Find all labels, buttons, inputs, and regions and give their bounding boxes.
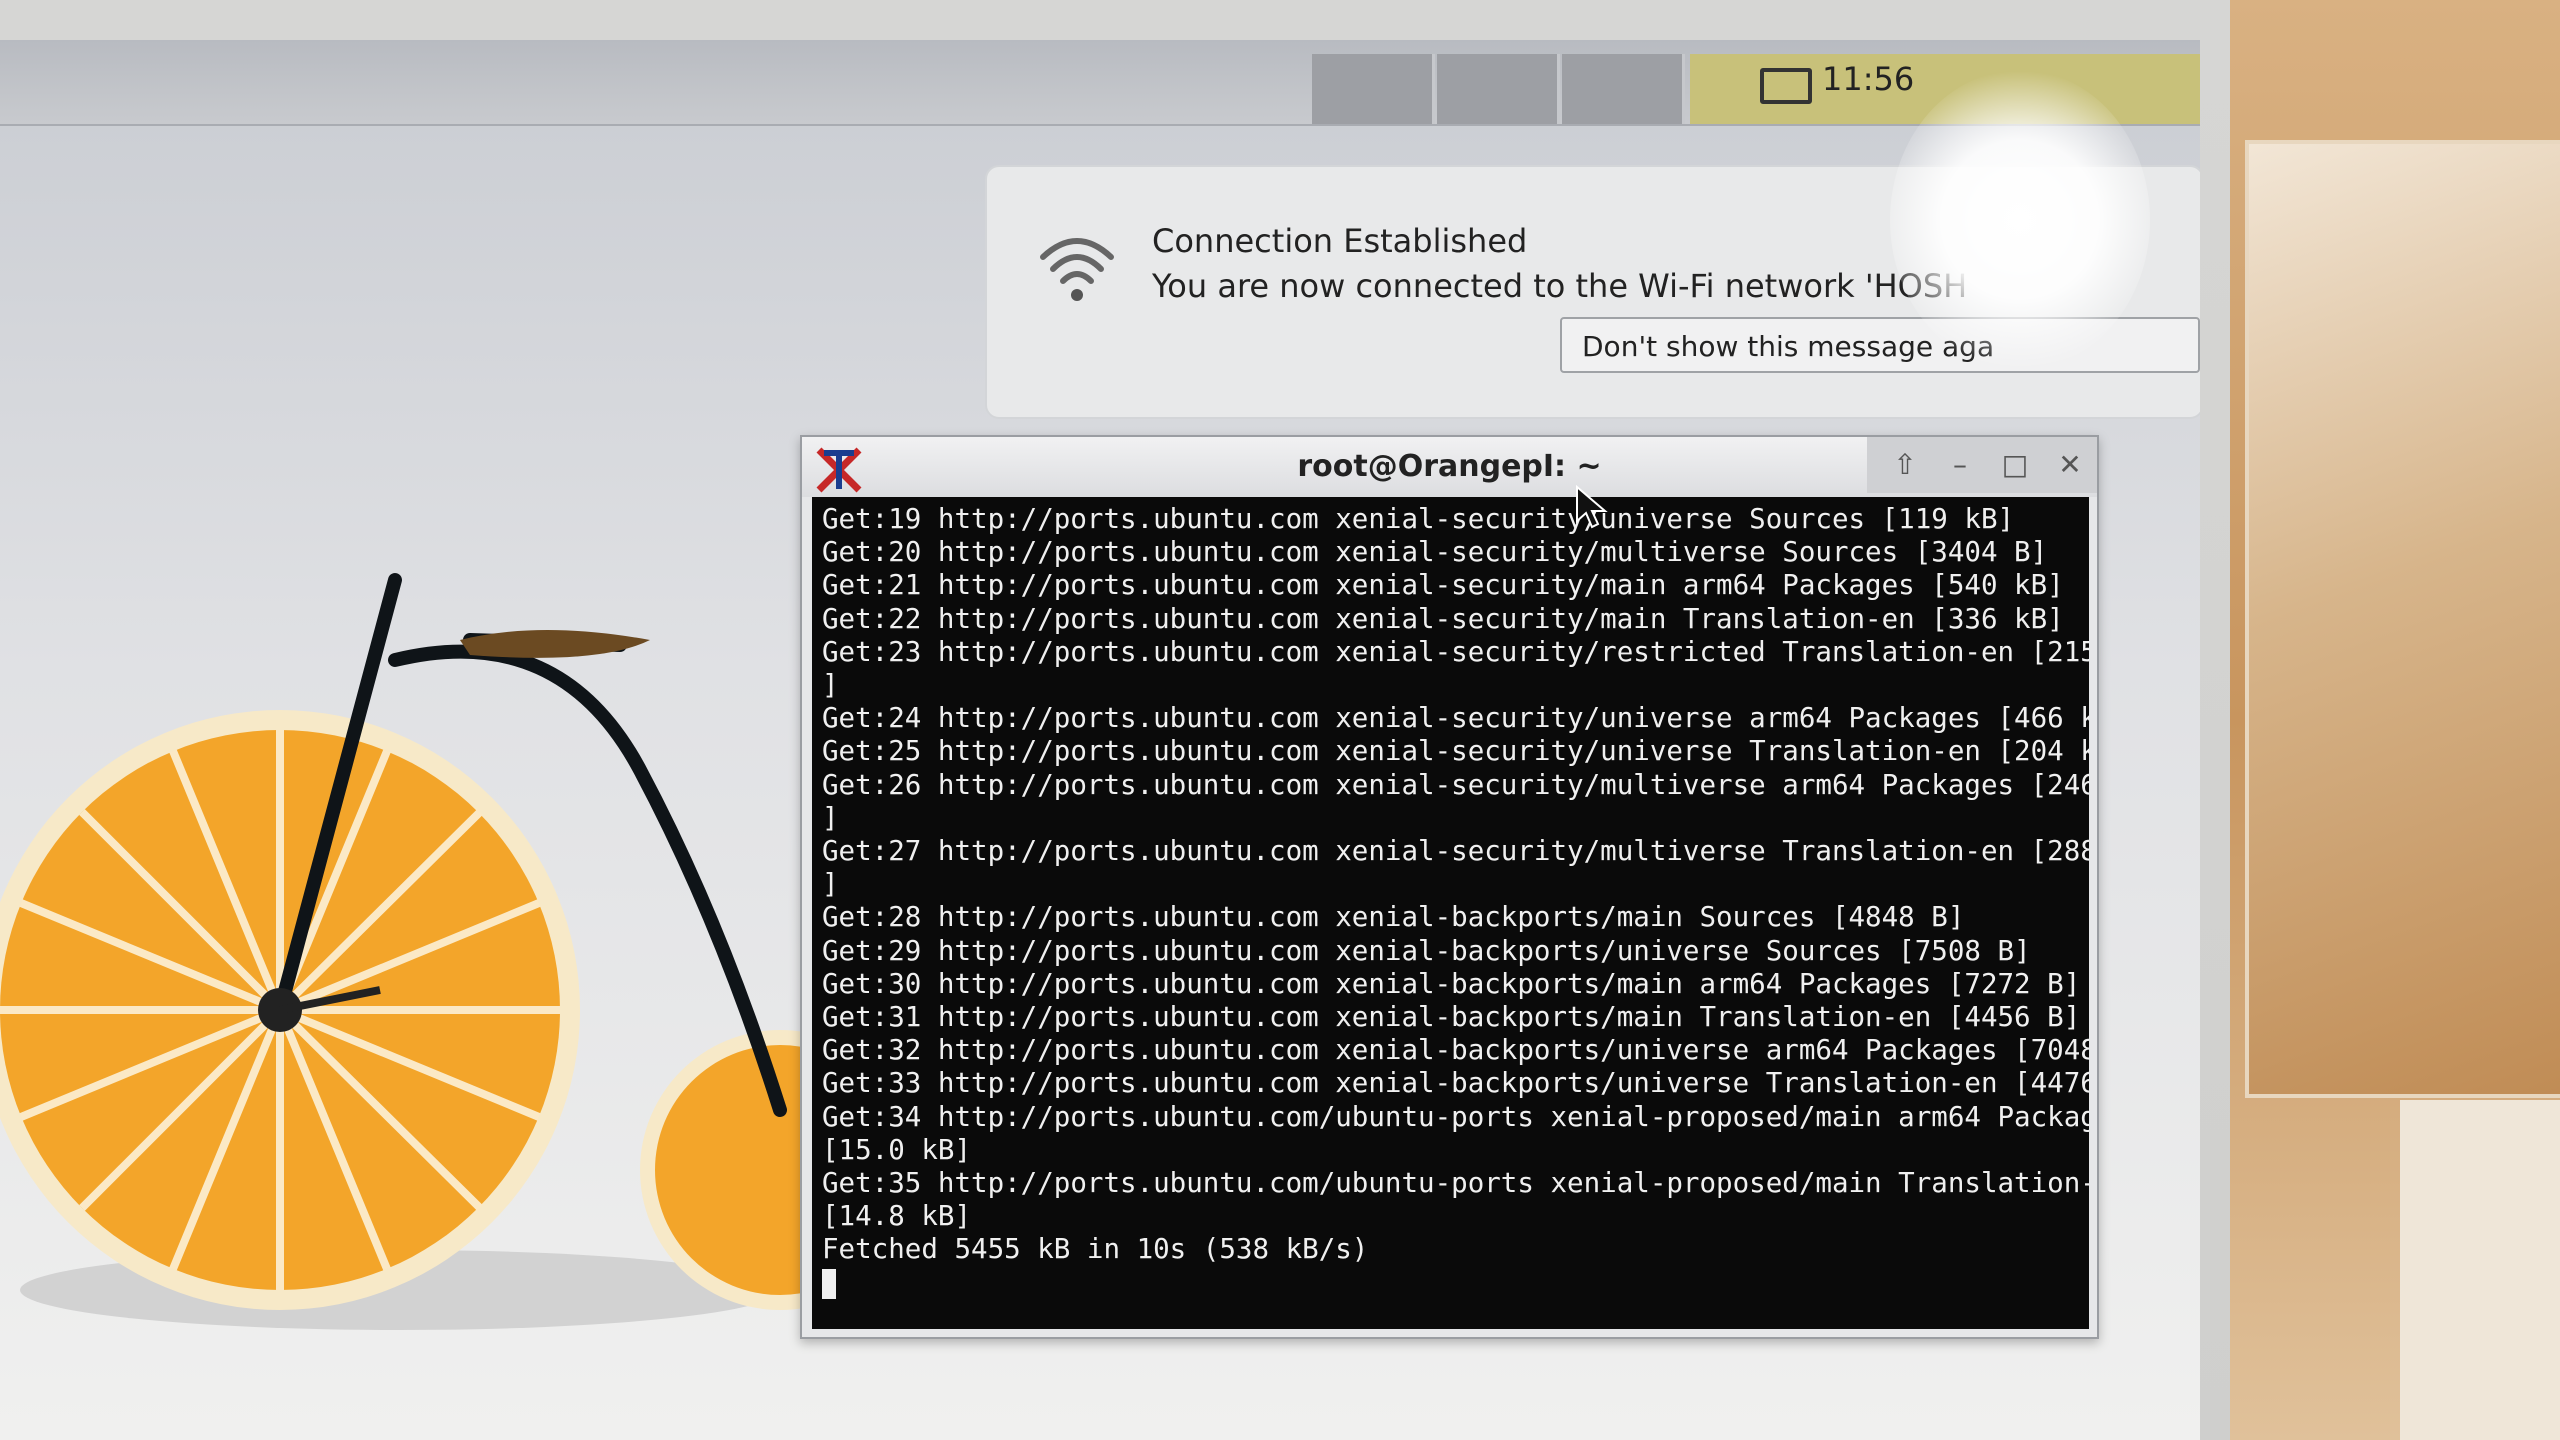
display-icon[interactable] (1760, 68, 1812, 104)
terminal-line: Get:33 http://ports.ubuntu.com xenial-ba… (822, 1067, 2089, 1100)
terminal-line: Get:32 http://ports.ubuntu.com xenial-ba… (822, 1034, 2089, 1067)
top-panel: 11:56 (0, 40, 2200, 126)
wallpaper-orange-bicycle (0, 573, 800, 1330)
taskbar-slot[interactable] (1437, 54, 1560, 124)
wifi-icon (1040, 238, 1114, 301)
shade-up-icon[interactable]: ⇧ (1887, 447, 1923, 483)
minimize-icon[interactable]: – (1942, 447, 1978, 483)
terminal-line: Get:29 http://ports.ubuntu.com xenial-ba… (822, 934, 2031, 967)
terminal-output[interactable]: Get:19 http://ports.ubuntu.com xenial-se… (812, 497, 2089, 1329)
terminal-line: ] (822, 669, 839, 702)
cabinet-shelf (2400, 1100, 2560, 1440)
notification-body: You are now connected to the Wi-Fi netwo… (1152, 267, 1968, 305)
terminal-cursor (822, 1268, 836, 1299)
terminal-line: [15.0 kB] (822, 1133, 972, 1166)
terminal-line: Get:21 http://ports.ubuntu.com xenial-se… (822, 569, 2064, 602)
terminal-line: Get:19 http://ports.ubuntu.com xenial-se… (822, 503, 2015, 535)
terminal-line: Get:20 http://ports.ubuntu.com xenial-se… (822, 536, 2048, 569)
taskbar-slot[interactable] (1312, 54, 1435, 124)
terminal-line: ] (822, 868, 839, 901)
terminal-line: Get:24 http://ports.ubuntu.com xenial-se… (822, 702, 2089, 735)
glass-cabinet-door (2245, 140, 2560, 1098)
panel-clock[interactable]: 11:56 (1822, 60, 1914, 98)
terminal-line: Get:34 http://ports.ubuntu.com/ubuntu-po… (822, 1100, 2089, 1133)
terminal-line: Get:23 http://ports.ubuntu.com xenial-se… (822, 635, 2089, 668)
notification-title: Connection Established (1152, 222, 1528, 260)
desktop-screen: 11:56 Connection Established You are now… (0, 40, 2200, 1440)
terminal-prompt[interactable] (822, 1267, 2079, 1300)
maximize-icon[interactable]: □ (1997, 447, 2033, 483)
terminal-line: Get:31 http://ports.ubuntu.com xenial-ba… (822, 1001, 2081, 1034)
monitor-bezel: 11:56 Connection Established You are now… (0, 0, 2230, 1440)
terminal-line: Get:22 http://ports.ubuntu.com xenial-se… (822, 602, 2064, 635)
close-icon[interactable]: ✕ (2052, 447, 2088, 483)
terminal-line: Get:27 http://ports.ubuntu.com xenial-se… (822, 835, 2089, 868)
terminal-line: Get:25 http://ports.ubuntu.com xenial-se… (822, 735, 2089, 768)
taskbar-slot[interactable] (1562, 54, 1685, 124)
terminal-line: Get:30 http://ports.ubuntu.com xenial-ba… (822, 967, 2081, 1000)
mouse-pointer-icon (1576, 485, 1608, 529)
terminal-line: [14.8 kB] (822, 1200, 972, 1233)
terminal-line: Get:28 http://ports.ubuntu.com xenial-ba… (822, 901, 1965, 934)
window-controls: ⇧ – □ ✕ (1867, 437, 2097, 493)
terminal-line: Fetched 5455 kB in 10s (538 kB/s) (822, 1233, 1369, 1266)
terminal-line: Get:26 http://ports.ubuntu.com xenial-se… (822, 768, 2089, 801)
terminal-window[interactable]: root@OrangepI: ~ ⇧ – □ ✕ Get:19 http://p… (800, 435, 2099, 1339)
screen-glare (1890, 70, 2150, 370)
terminal-titlebar[interactable]: root@OrangepI: ~ ⇧ – □ ✕ (802, 437, 2097, 497)
terminal-line: Get:35 http://ports.ubuntu.com/ubuntu-po… (822, 1167, 2089, 1200)
terminal-line: ] (822, 801, 839, 834)
